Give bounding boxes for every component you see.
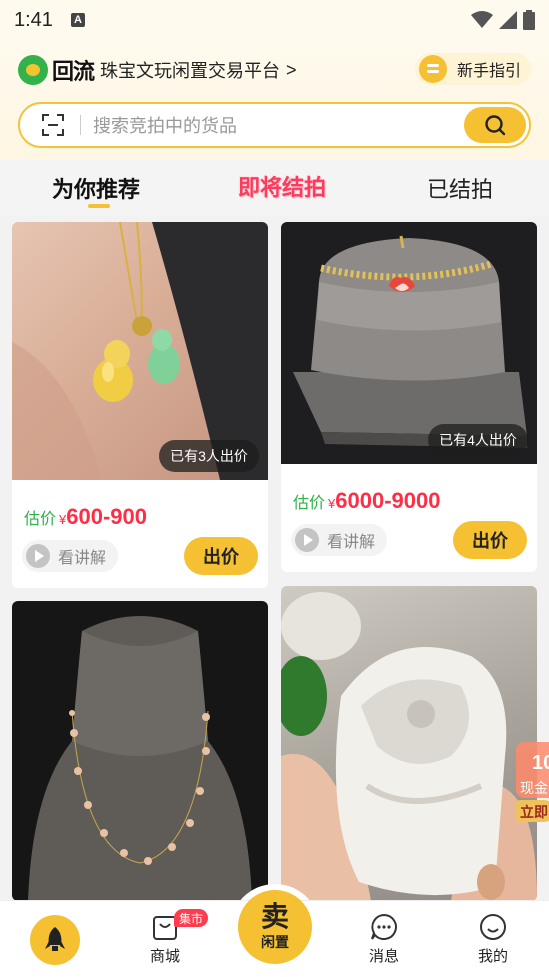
beginner-guide-button[interactable]: 新手指引 <box>415 53 531 85</box>
tab-active-indicator <box>88 204 110 208</box>
price-range: 6000-9000 <box>335 488 441 513</box>
sell-sub-label: 闲置 <box>261 934 289 950</box>
tab-recommended[interactable]: 为你推荐 <box>52 172 140 204</box>
pearl-necklace-illustration <box>28 616 252 901</box>
scan-icon[interactable] <box>42 114 64 136</box>
promo-line2: 立即 <box>520 804 548 820</box>
status-time: 1:41 <box>14 8 53 31</box>
notification-icon: A <box>70 13 85 27</box>
bid-count-badge: 已有4人出价 <box>428 424 528 456</box>
estimate-price: 估价 ¥ 6000-9000 <box>293 488 440 514</box>
nav-messages-label: 消息 <box>368 948 399 965</box>
sell-idle-button[interactable]: 卖 闲置 <box>238 890 312 964</box>
auction-card[interactable]: 已有4人出价 估价 ¥ 6000-9000 看讲解 出价 <box>281 222 537 572</box>
jade-seal-image[interactable] <box>281 586 537 901</box>
tab-ending-soon[interactable]: 即将结拍 <box>238 170 326 202</box>
price-range: 600-900 <box>66 504 147 529</box>
jade-pendant-image[interactable]: 已有3人出价 <box>12 222 268 480</box>
guide-icon <box>419 55 447 83</box>
battery-icon <box>523 10 535 30</box>
nav-home-button[interactable] <box>30 915 80 965</box>
market-badge: 集市 <box>174 909 209 927</box>
auction-card[interactable] <box>12 601 268 901</box>
pearl-necklace-image[interactable] <box>12 601 268 901</box>
wifi-icon <box>471 11 493 28</box>
smiley-profile-icon <box>480 914 506 940</box>
watch-explanation-button[interactable]: 看讲解 <box>291 524 388 556</box>
auction-card[interactable] <box>281 586 537 901</box>
nav-mine[interactable]: 我的 <box>463 913 523 966</box>
estimate-label: 估价 <box>24 511 57 528</box>
signal-icon <box>499 11 517 29</box>
header: 回流 珠宝文玩闲置交易平台 > 新手指引 搜索竞拍中的货品 <box>0 40 549 160</box>
brand-name: 回流 <box>52 59 95 84</box>
currency-symbol: ¥ <box>59 512 67 527</box>
bid-button[interactable]: 出价 <box>184 537 258 575</box>
jade-seal-illustration <box>281 592 537 901</box>
tab-ended[interactable]: 已结拍 <box>427 172 493 204</box>
promo-line1: 现金 <box>520 780 548 796</box>
nav-market-label: 商城 <box>149 948 180 965</box>
cash-promo-widget[interactable]: 10 现金 立即 <box>510 742 549 822</box>
sell-main-label: 卖 <box>260 901 289 932</box>
chat-bubble-icon <box>371 913 397 940</box>
promo-number: 10 <box>532 752 549 774</box>
nav-messages[interactable]: 消息 <box>354 913 414 966</box>
nav-mine-label: 我的 <box>477 948 508 965</box>
currency-symbol: ¥ <box>328 496 336 511</box>
bracelet-image[interactable]: 已有4人出价 <box>281 222 537 464</box>
play-icon <box>295 528 319 552</box>
bid-button[interactable]: 出价 <box>453 521 527 559</box>
search-icon <box>485 115 506 136</box>
watch-explanation-button[interactable]: 看讲解 <box>22 540 119 572</box>
explain-label: 看讲解 <box>327 534 376 551</box>
play-icon <box>26 544 50 568</box>
estimate-price: 估价 ¥ 600-900 <box>24 504 147 530</box>
search-bar[interactable]: 搜索竞拍中的货品 <box>18 102 531 148</box>
auction-card[interactable]: 已有3人出价 估价 ¥ 600-900 看讲解 出价 <box>12 222 268 588</box>
explain-label: 看讲解 <box>58 550 107 567</box>
brand-logo-icon <box>18 55 48 85</box>
search-divider <box>80 115 81 135</box>
search-button[interactable] <box>464 107 526 143</box>
brand-link[interactable]: 回流 珠宝文玩闲置交易平台 > <box>18 54 297 86</box>
chevron-right-icon: > <box>286 59 297 80</box>
tab-bar: 为你推荐 即将结拍 已结拍 <box>0 160 549 216</box>
bid-count-badge: 已有3人出价 <box>159 440 259 472</box>
status-bar: 1:41 A <box>0 0 549 40</box>
search-input[interactable]: 搜索竞拍中的货品 <box>93 112 237 138</box>
brand-tagline: 珠宝文玩闲置交易平台 <box>100 61 281 81</box>
rocket-icon <box>45 927 65 951</box>
estimate-label: 估价 <box>293 495 326 512</box>
guide-label: 新手指引 <box>457 63 522 80</box>
